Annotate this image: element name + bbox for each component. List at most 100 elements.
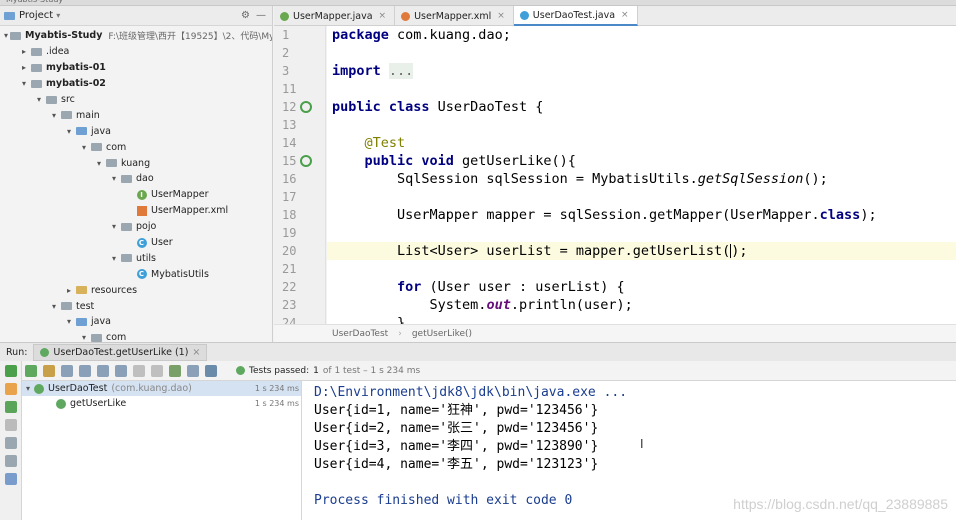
- chevron-down-icon[interactable]: ▾: [79, 333, 89, 342]
- chevron-right-icon[interactable]: ▸: [64, 286, 74, 295]
- chevron-down-icon[interactable]: ▾: [109, 254, 119, 263]
- rerun-icon[interactable]: [4, 365, 17, 377]
- toggle-autotest-icon[interactable]: [4, 401, 17, 413]
- close-icon[interactable]: ×: [621, 10, 629, 20]
- tree-item[interactable]: ▸ mybatis-01: [0, 60, 272, 76]
- previous-test-icon[interactable]: [133, 364, 145, 377]
- chevron-down-icon[interactable]: ▾: [19, 79, 29, 88]
- tree-item[interactable]: ▾ com: [0, 330, 272, 342]
- tree-item[interactable]: ▾ dao: [0, 171, 272, 187]
- tree-item[interactable]: ▾ kuang: [0, 155, 272, 171]
- line-number-text: 17: [282, 190, 297, 204]
- show-passed-icon[interactable]: [25, 364, 37, 377]
- sort-alpha-icon[interactable]: [61, 364, 73, 377]
- chevron-down-icon[interactable]: ▾: [56, 11, 60, 20]
- tree-item[interactable]: ▾ main: [0, 107, 272, 123]
- tree-item[interactable]: ▾ java: [0, 123, 272, 139]
- run-test-icon[interactable]: [300, 155, 312, 167]
- chevron-down-icon[interactable]: ▾: [26, 384, 30, 393]
- test-passed-icon: [34, 383, 45, 394]
- run-test-icon[interactable]: [300, 101, 312, 113]
- stop-icon[interactable]: [4, 419, 17, 431]
- chevron-right-icon[interactable]: ▸: [19, 63, 29, 72]
- chevron-down-icon[interactable]: ▾: [4, 31, 8, 40]
- close-icon[interactable]: ×: [192, 347, 200, 358]
- tree-item[interactable]: ▾ Myabtis-Study F:\班级管理\西开【19525】\2、代码\My: [0, 28, 272, 44]
- breadcrumb-item-class[interactable]: UserDaoTest: [332, 329, 388, 339]
- line-number-text: 18: [282, 208, 297, 222]
- editor-tab[interactable]: UserDaoTest.java ×: [513, 6, 638, 26]
- chevron-down-icon[interactable]: ▾: [34, 95, 44, 104]
- chevron-down-icon[interactable]: ▾: [64, 127, 74, 136]
- show-ignored-icon[interactable]: [43, 364, 55, 377]
- sort-duration-icon[interactable]: [79, 364, 91, 377]
- chevron-down-icon[interactable]: ▾: [49, 111, 59, 120]
- line-number-text: 23: [282, 298, 297, 312]
- tree-item[interactable]: C MybatisUtils: [0, 266, 272, 282]
- run-config-tab[interactable]: UserDaoTest.getUserLike (1) ×: [33, 343, 208, 361]
- tree-item[interactable]: ▾ pojo: [0, 219, 272, 235]
- chevron-down-icon[interactable]: ▾: [109, 174, 119, 183]
- tree-item[interactable]: UserMapper.xml: [0, 203, 272, 219]
- collapse-icon[interactable]: —: [256, 10, 266, 21]
- project-panel-title[interactable]: Project: [19, 10, 53, 21]
- chevron-right-icon[interactable]: ▸: [19, 47, 29, 56]
- settings-icon[interactable]: ⚙: [241, 10, 250, 21]
- chevron-down-icon[interactable]: ▾: [64, 317, 74, 326]
- export-results-icon[interactable]: [169, 364, 181, 377]
- collapse-all-icon[interactable]: [115, 364, 127, 377]
- code-editor[interactable]: package com.kuang.dao; import ... public…: [327, 26, 956, 324]
- tree-item[interactable]: ▾ mybatis-02: [0, 76, 272, 92]
- chevron-down-icon[interactable]: ▾: [49, 302, 59, 311]
- close-icon[interactable]: ×: [497, 11, 505, 21]
- chevron-down-icon[interactable]: ▾: [94, 159, 104, 168]
- text-cursor-icon: I: [640, 437, 644, 451]
- export-icon[interactable]: [4, 455, 17, 467]
- console-line: User{id=3, name='李四', pwd='123890'}: [314, 439, 599, 454]
- tree-item[interactable]: ▾ com: [0, 139, 272, 155]
- editor-tab[interactable]: UserMapper.xml ×: [395, 6, 514, 26]
- line-number: 18: [274, 206, 325, 224]
- test-result-row[interactable]: getUserLike 1 s 234 ms: [22, 396, 301, 411]
- tree-item[interactable]: ▾ java: [0, 314, 272, 330]
- tree-item[interactable]: ▾ test: [0, 298, 272, 314]
- file-type-icon: [280, 11, 289, 21]
- expand-all-icon[interactable]: [97, 364, 109, 377]
- line-number: 20: [274, 242, 325, 260]
- code-line: package com.kuang.dao;: [332, 27, 511, 43]
- folder-icon: [91, 333, 102, 342]
- tree-item[interactable]: ▾ utils: [0, 250, 272, 266]
- breadcrumb-item-method[interactable]: getUserLike(): [412, 329, 472, 339]
- folder-icon: [46, 95, 57, 105]
- tree-item[interactable]: ▸ resources: [0, 282, 272, 298]
- tree-item[interactable]: ▸ .idea: [0, 44, 272, 60]
- line-number: 24: [274, 314, 325, 324]
- chevron-down-icon[interactable]: ▾: [79, 143, 89, 152]
- text-caret: [730, 244, 732, 258]
- test-name: UserDaoTest: [48, 383, 108, 394]
- rerun-failed-icon[interactable]: [4, 383, 17, 395]
- editor-tab[interactable]: UserMapper.java ×: [274, 6, 396, 26]
- folder-icon: [121, 222, 132, 232]
- run-tool-window-header: Run: UserDaoTest.getUserLike (1) ×: [0, 342, 956, 361]
- settings-icon[interactable]: [205, 364, 217, 377]
- xml-file-icon: [136, 205, 147, 216]
- line-number-text: 13: [282, 118, 297, 132]
- tree-item-label: mybatis-01: [46, 62, 106, 74]
- layout-icon[interactable]: [4, 473, 17, 485]
- close-icon[interactable]: ×: [379, 11, 387, 21]
- run-label: Run:: [6, 346, 28, 358]
- test-result-row[interactable]: ▾ UserDaoTest (com.kuang.dao) 1 s 234 ms: [22, 381, 301, 396]
- history-icon[interactable]: [187, 364, 199, 377]
- tree-item[interactable]: I UserMapper: [0, 187, 272, 203]
- console-line: D:\Environment\jdk8\jdk\bin\java.exe ...: [314, 385, 628, 400]
- tree-item[interactable]: ▾ src: [0, 92, 272, 108]
- editor-tab-label: UserMapper.java: [293, 10, 373, 22]
- tree-item[interactable]: C User: [0, 235, 272, 251]
- restore-layout-icon[interactable]: [4, 437, 17, 449]
- chevron-down-icon[interactable]: ▾: [109, 222, 119, 231]
- next-test-icon[interactable]: [151, 364, 163, 377]
